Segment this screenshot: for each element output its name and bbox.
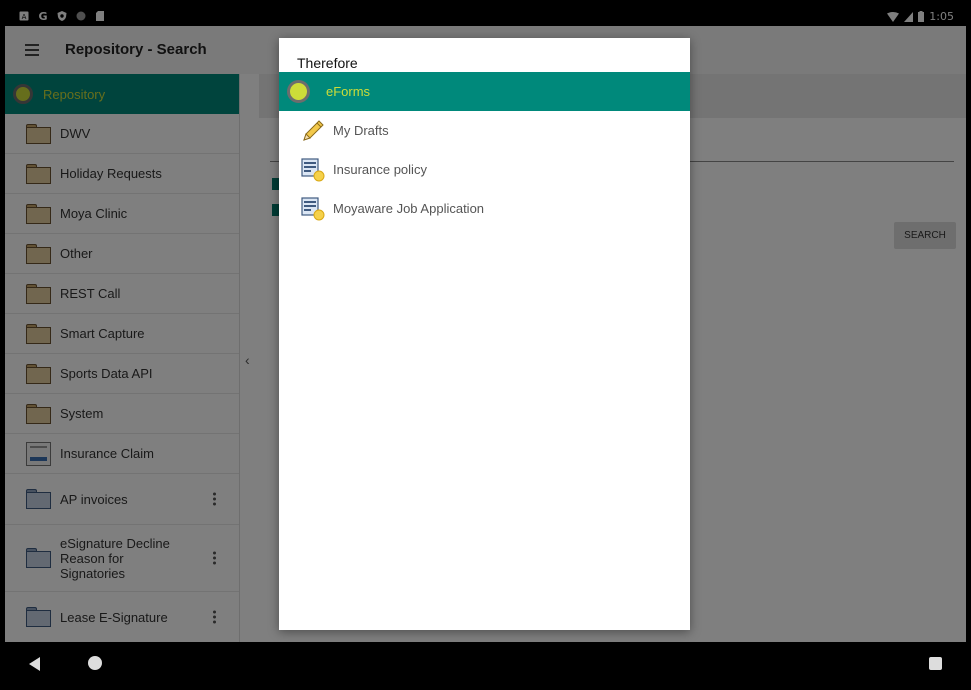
recents-icon[interactable] — [929, 657, 942, 670]
dialog-item-label: Insurance policy — [333, 162, 427, 177]
dialog-list: eForms My Drafts Insurance policy Moyawa… — [279, 72, 690, 228]
screen: A G 1:05 Repository - Search Repository … — [5, 8, 966, 690]
dialog-item-label: Moyaware Job Application — [333, 201, 485, 216]
dialog-item-moyaware-job-application[interactable]: Moyaware Job Application — [279, 189, 690, 228]
eform-document-icon — [301, 196, 325, 220]
therefore-dialog: Therefore eForms My Drafts Insurance pol… — [279, 38, 690, 630]
dialog-item-insurance-policy[interactable]: Insurance policy — [279, 150, 690, 189]
dialog-item-label: My Drafts — [333, 123, 389, 138]
navigation-bar — [5, 642, 966, 690]
home-icon[interactable] — [88, 656, 102, 670]
back-icon[interactable] — [29, 657, 40, 671]
device-frame: A G 1:05 Repository - Search Repository … — [0, 0, 971, 690]
dialog-item-label: eForms — [326, 84, 371, 99]
dialog-title: Therefore — [297, 55, 358, 71]
eforms-dot-icon — [287, 80, 310, 103]
dialog-item-eforms[interactable]: eForms — [279, 72, 690, 111]
pencil-icon — [303, 119, 324, 141]
dialog-item-my-drafts[interactable]: My Drafts — [279, 111, 690, 150]
eform-document-icon — [301, 157, 325, 181]
